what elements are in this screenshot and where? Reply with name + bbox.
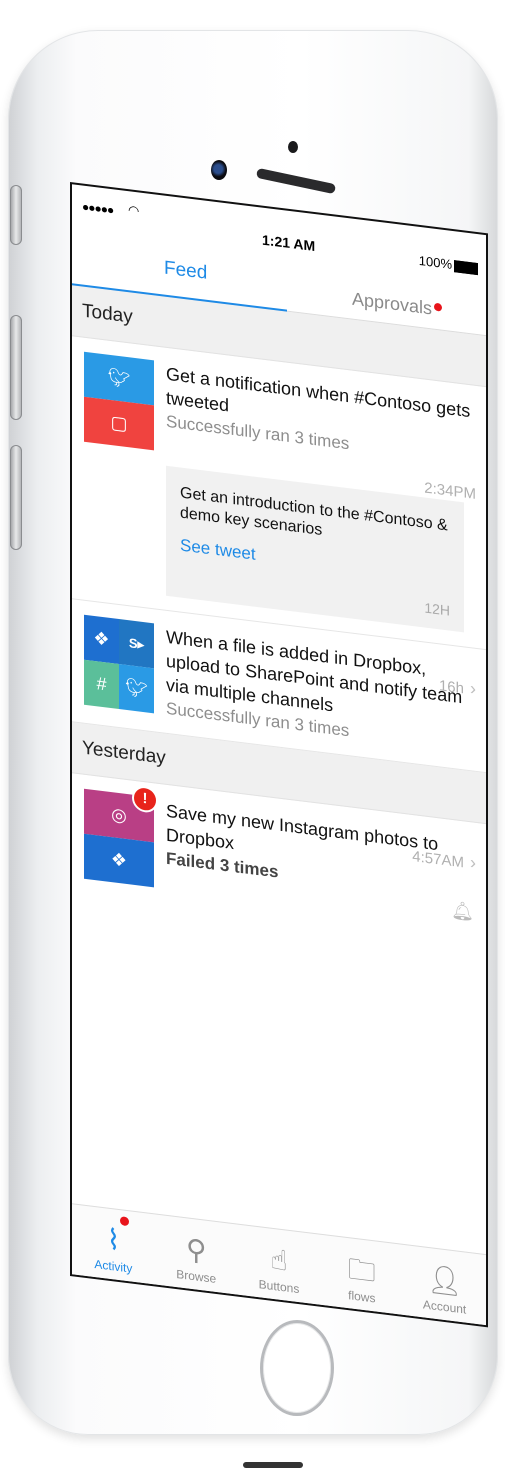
tab-approvals[interactable]: Approvals [352,288,443,321]
twitter-icon: 🐦︎ [119,664,154,714]
tabbar-label: flows [348,1288,376,1306]
tabbar-label: Buttons [258,1277,300,1297]
flow-icon-group: ❖ S▸ # 🐦︎ [84,614,154,714]
signal-icon: ●●●●● [82,199,114,218]
slack-icon: # [84,659,119,710]
flow-item[interactable]: 🐦︎ ▢ Get a notification when #Contoso ge… [72,336,486,651]
activity-badge [120,1216,130,1227]
flow-time: 16h [438,677,464,698]
front-camera-icon [211,160,227,180]
bell-icon[interactable]: 🔔︎ [451,900,474,924]
tabbar-label: Activity [94,1256,133,1276]
lightning-port [243,1462,303,1468]
dropbox-icon: ❖ [84,833,154,888]
battery-icon [454,259,478,275]
activity-icon: ⌇ [106,1223,121,1257]
tab-feed[interactable]: Feed [164,258,207,285]
chevron-right-icon: › [470,678,476,699]
chevron-right-icon: › [470,852,476,873]
tweet-card[interactable]: Get an introduction to the #Contoso & de… [166,465,464,633]
approvals-badge [434,302,443,312]
tabbar-item-account[interactable]: 👤︎ Account [403,1245,486,1325]
tabbar-item-browse[interactable]: ⚲ Browse [155,1214,238,1294]
battery-percent: 100% [418,252,452,272]
tabbar-item-buttons[interactable]: ☝︎ Buttons [238,1225,321,1305]
tabbar-item-flows[interactable]: 🗀︎ flows [320,1235,403,1315]
flow-time-row: 16h › [439,674,476,700]
touch-icon: ☝︎ [270,1243,288,1277]
flow-icon-group: 🐦︎ ▢ [84,351,154,451]
mute-switch[interactable] [10,185,22,245]
tabbar-label: Account [422,1297,467,1317]
volume-down-button[interactable] [10,445,22,550]
tab-approvals-label: Approvals [352,288,433,319]
volume-up-button[interactable] [10,315,22,420]
folder-flow-icon: 🗀︎ [347,1253,376,1288]
earpiece-speaker [255,167,337,195]
notification-icon: ▢ [84,396,154,451]
dropbox-icon: ❖ [84,614,119,665]
tabbar-item-activity[interactable]: ⌇ Activity [72,1204,155,1284]
tabbar-label: Browse [176,1267,217,1286]
search-icon: ⚲ [185,1233,207,1267]
wifi-icon: ◠ [128,202,140,219]
sharepoint-icon: S▸ [119,619,154,669]
proximity-sensor [288,141,298,153]
user-icon: 👤︎ [426,1262,463,1299]
home-button[interactable] [260,1320,334,1416]
phone-screen: ●●●●● ◠ 1:21 AM 100% Feed Approvals Toda… [70,182,488,1328]
